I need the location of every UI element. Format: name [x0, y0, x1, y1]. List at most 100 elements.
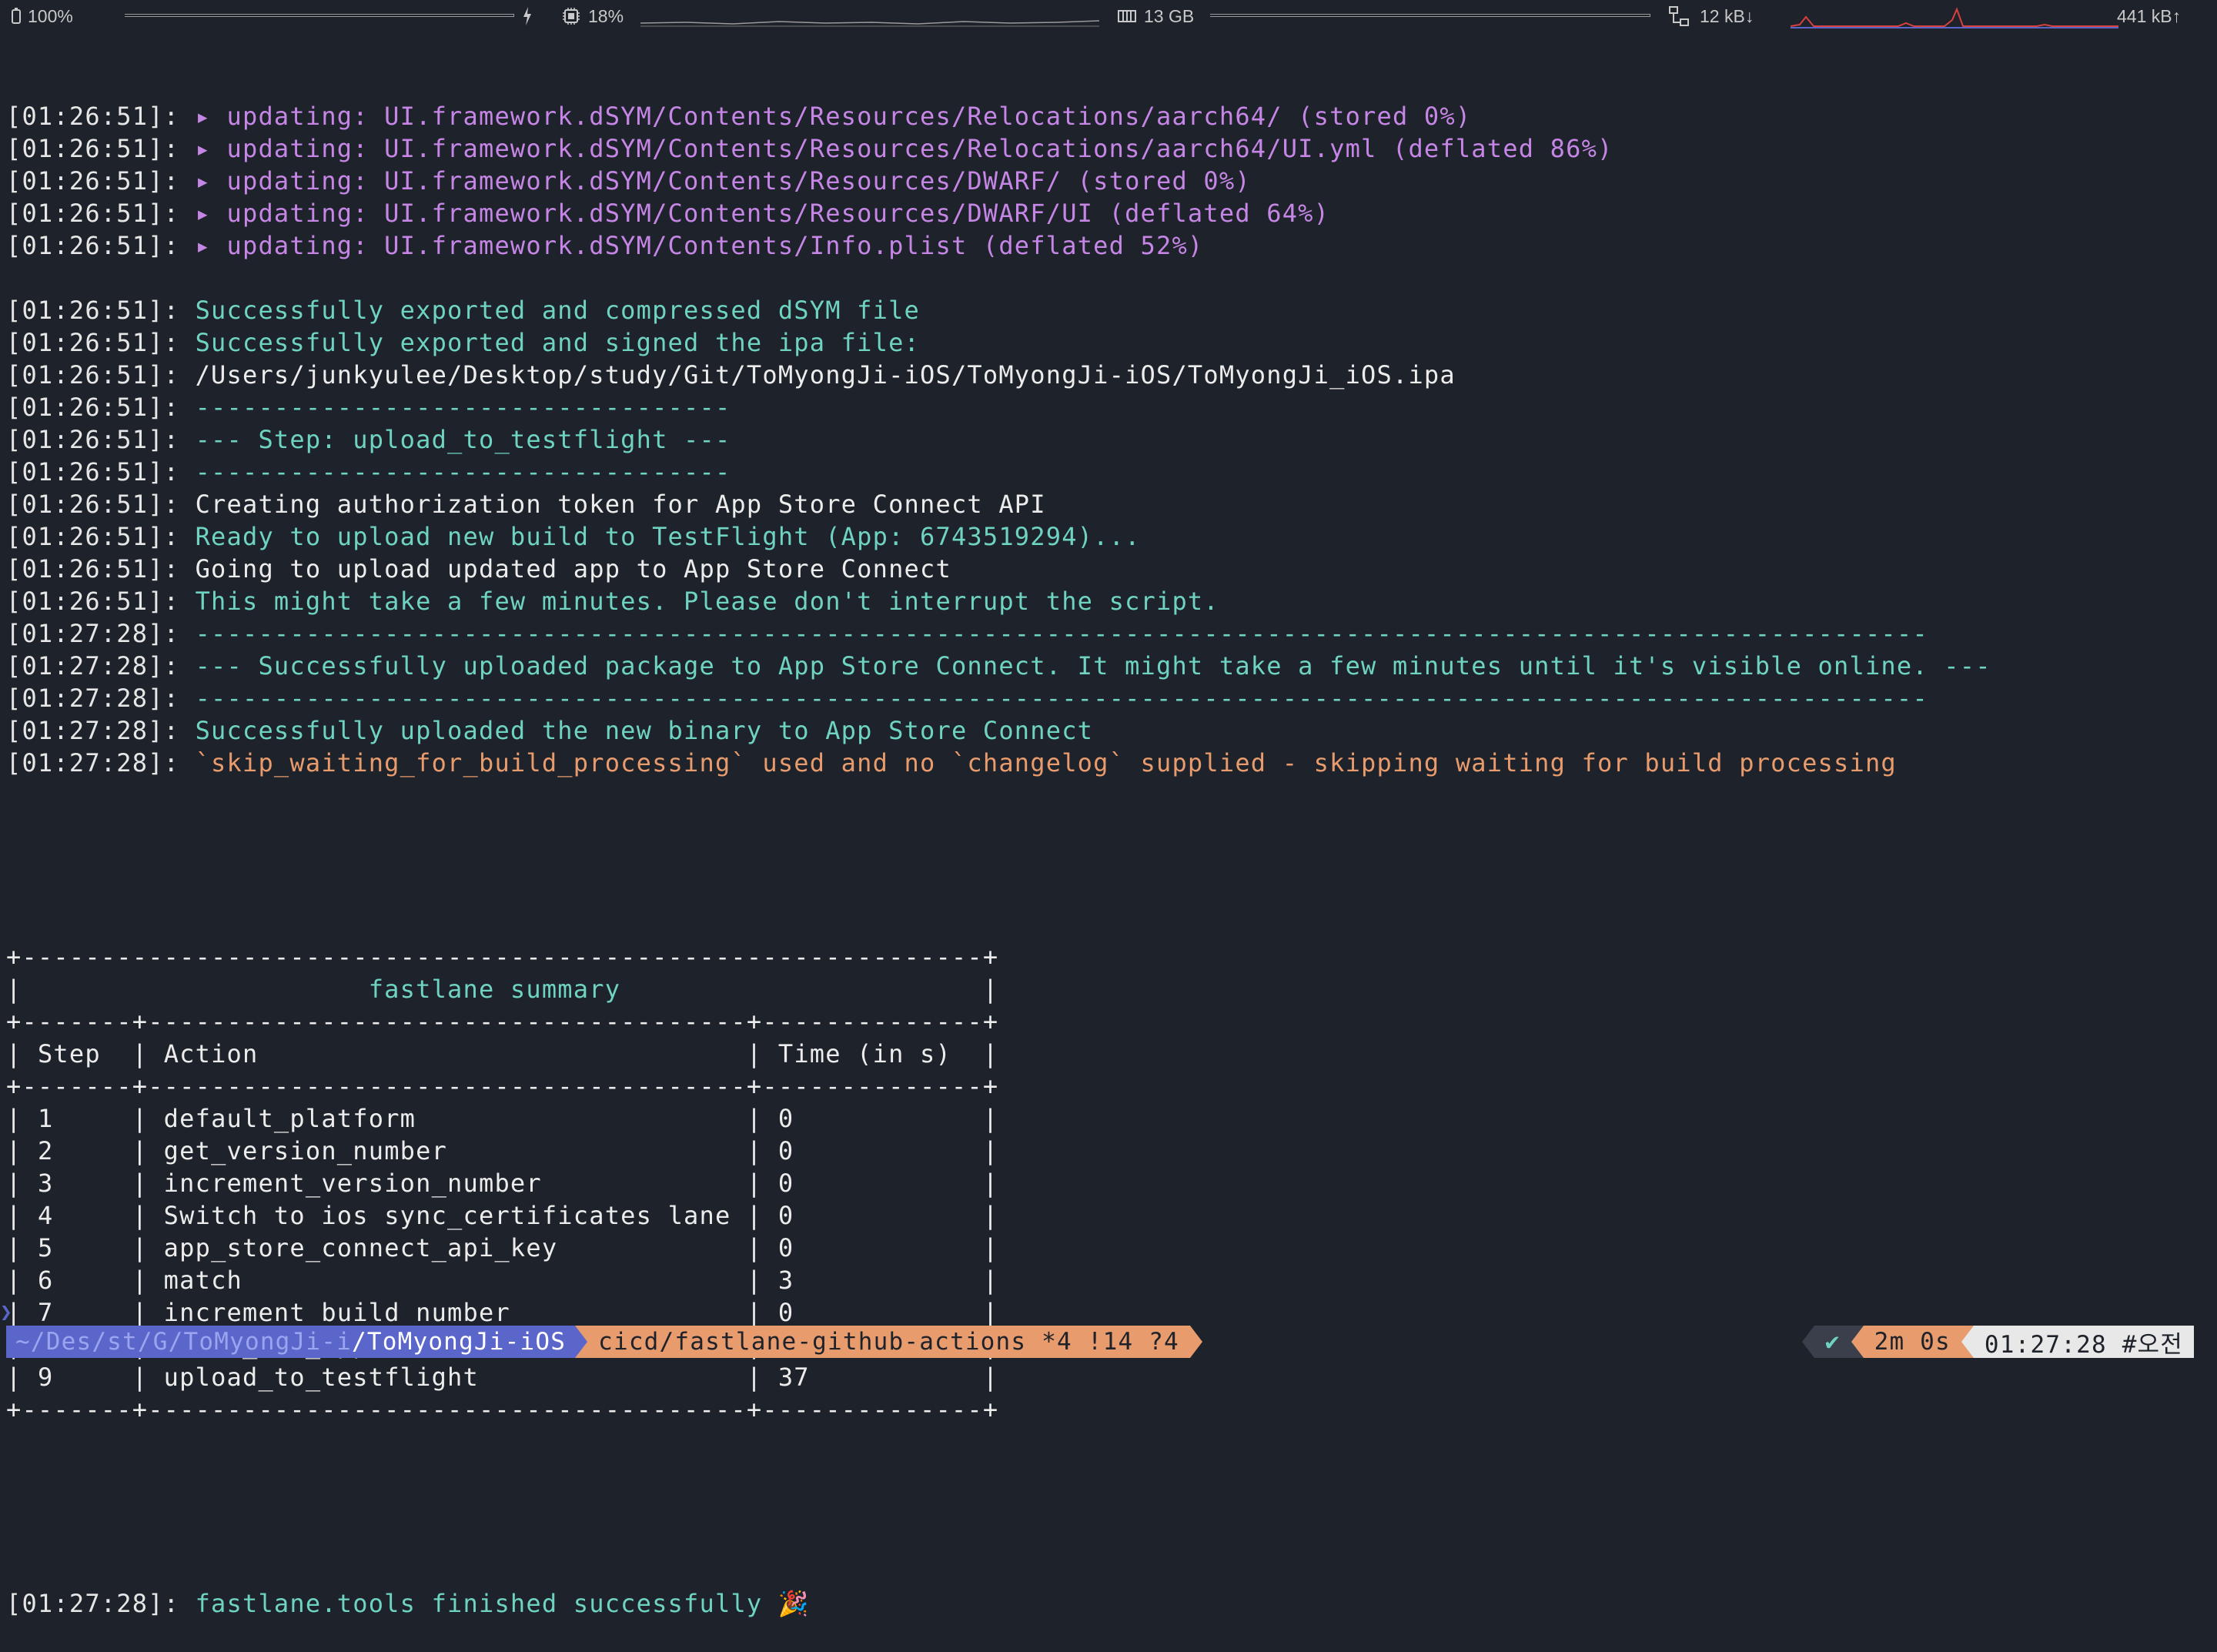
timestamp: [01:27:28]: — [6, 684, 180, 713]
log-line: [01:26:51]: Creating authorization token… — [6, 488, 2208, 520]
log-message: --- Successfully uploaded package to App… — [195, 651, 1991, 681]
timestamp: [01:27:28]: — [6, 748, 180, 778]
prompt-clock: 01:27:28 #오전 — [1973, 1326, 2194, 1359]
table-cell: match — [163, 1266, 242, 1295]
log-line: [01:26:51]: Successfully exported and co… — [6, 294, 2208, 326]
timestamp: [01:26:51]: — [6, 360, 180, 390]
log-message: Creating authorization token for App Sto… — [195, 490, 1046, 519]
table-title-row: | fastlane summary | — [6, 975, 999, 1004]
prompt-separator-icon — [575, 1326, 588, 1358]
table-cell: 0 — [777, 1233, 794, 1262]
log-line: [01:26:51]: ▸ updating: UI.framework.dSY… — [6, 132, 2208, 165]
timestamp: [01:26:51]: — [6, 296, 180, 325]
network-up-rate: 441 kB↑ — [2117, 5, 2182, 26]
timestamp: [01:27:28]: — [6, 716, 180, 745]
timestamp: [01:26:51]: — [6, 134, 180, 163]
memory-used: 13 GB — [1144, 5, 1195, 26]
log-line: [01:26:51]: ----------------------------… — [6, 391, 2208, 423]
shell-prompt[interactable]: ~/Des/st/G/ToMyongJi-i/ToMyongJi-iOS cic… — [6, 1326, 1202, 1358]
log-message: ▸ updating: UI.framework.dSYM/Contents/I… — [195, 231, 1204, 260]
memory-icon — [1118, 10, 1136, 22]
table-cell: 1 — [37, 1104, 54, 1133]
table-border: +-------+-------------------------------… — [6, 1395, 999, 1424]
table-cell: increment_build_number — [163, 1298, 510, 1327]
prompt-path-parent: ~/Des/st/G/ToMyongJi-i — [15, 1328, 352, 1356]
prompt-separator-icon — [1851, 1326, 1864, 1358]
table-cell: 3 — [37, 1169, 54, 1198]
log-line: [01:27:28]: `skip_waiting_for_build_proc… — [6, 747, 2208, 779]
cpu-graph — [640, 0, 1099, 32]
network-icon — [1669, 6, 1689, 26]
log-message: ----------------------------------------… — [195, 684, 1928, 713]
table-row: | 1 | default_platform | 0 | — [6, 1104, 999, 1133]
table-border: +-------+-------------------------------… — [6, 1072, 999, 1101]
log-message: ▸ updating: UI.framework.dSYM/Contents/R… — [195, 134, 1613, 163]
table-row: | 5 | app_store_connect_api_key | 0 | — [6, 1233, 999, 1262]
log-message: ▸ updating: UI.framework.dSYM/Contents/R… — [195, 102, 1472, 131]
log-message: Successfully exported and signed the ipa… — [195, 328, 921, 357]
battery-percent: 100% — [28, 5, 73, 26]
battery-graph — [125, 14, 514, 17]
prompt-separator-icon — [1961, 1326, 1974, 1358]
table-cell: 4 — [37, 1201, 54, 1230]
log-message: Going to upload updated app to App Store… — [195, 554, 951, 584]
table-cell: 0 — [777, 1104, 794, 1133]
table-cell: upload_to_testflight — [163, 1363, 479, 1392]
log-message: /Users/junkyulee/Desktop/study/Git/ToMyo… — [195, 360, 1456, 390]
table-cell: increment_version_number — [163, 1169, 542, 1198]
finish-message: fastlane.tools finished successfully — [195, 1589, 763, 1618]
timestamp: [01:26:51]: — [6, 199, 180, 228]
network-down-rate: 12 kB↓ — [1700, 5, 1754, 26]
log-message: Ready to upload new build to TestFlight … — [195, 522, 1141, 551]
prompt-separator-icon — [1801, 1326, 1814, 1358]
log-message: ▸ updating: UI.framework.dSYM/Contents/R… — [195, 199, 1330, 228]
git-branch-status: cicd/fastlane-github-actions *4 !14 ?4 — [587, 1326, 1190, 1358]
table-title: fastlane summary — [368, 975, 621, 1004]
log-line: [01:27:28]: ----------------------------… — [6, 682, 2208, 714]
table-cell: default_platform — [163, 1104, 416, 1133]
success-check-icon: ✔ — [1814, 1326, 1851, 1358]
table-cell: 6 — [37, 1266, 54, 1295]
table-cell: Time (in s) — [777, 1039, 951, 1068]
network-graph — [1791, 0, 2118, 32]
table-cell: 7 — [37, 1298, 54, 1327]
table-border: +-------+-------------------------------… — [6, 1007, 999, 1036]
log-message: ---------------------------------- — [195, 457, 731, 487]
log-message: This might take a few minutes. Please do… — [195, 587, 1219, 616]
cpu-icon — [563, 8, 580, 25]
table-cell: 0 — [777, 1136, 794, 1165]
log-lines: [01:26:51]: ▸ updating: UI.framework.dSY… — [6, 100, 2208, 779]
timestamp: [01:26:51]: — [6, 393, 180, 422]
battery-widget: 100% — [11, 0, 73, 32]
table-cell: 0 — [777, 1201, 794, 1230]
right-prompt: ✔ 2m 0s 01:27:28 #오전 — [1801, 1326, 2194, 1359]
table-cell: Action — [163, 1039, 259, 1068]
log-line: [01:26:51]: Successfully exported and si… — [6, 326, 2208, 359]
timestamp: [01:26:51]: — [6, 522, 180, 551]
table-cell: 3 — [777, 1266, 794, 1295]
network-widget: 12 kB↓ — [1669, 0, 1754, 32]
log-message: Successfully uploaded the new binary to … — [195, 716, 1094, 745]
menu-bar-status: 100% 18% 13 GB 12 kB↓ 441 kB↑ — [0, 0, 2217, 32]
timestamp: [01:27:28]: — [6, 1589, 180, 1618]
table-cell: 0 — [777, 1298, 794, 1327]
timestamp: [01:26:51]: — [6, 231, 180, 260]
prompt-separator-icon — [1189, 1326, 1202, 1358]
table-header-row: | Step | Action | Time (in s) | — [6, 1039, 999, 1068]
prompt-path: ~/Des/st/G/ToMyongJi-i/ToMyongJi-iOS — [6, 1326, 576, 1358]
table-cell: Switch to ios sync_certificates lane — [163, 1201, 731, 1230]
battery-icon — [12, 8, 21, 24]
table-row: | 2 | get_version_number | 0 | — [6, 1136, 999, 1165]
table-row: | 3 | increment_version_number | 0 | — [6, 1169, 999, 1198]
log-line: [01:27:28]: Successfully uploaded the ne… — [6, 714, 2208, 747]
log-message: ----------------------------------------… — [195, 619, 1928, 648]
timestamp: [01:26:51]: — [6, 328, 180, 357]
cpu-widget: 18% — [562, 0, 624, 32]
log-line: [01:26:51]: ▸ updating: UI.framework.dSY… — [6, 197, 2208, 229]
prompt-path-current: /ToMyongJi-iOS — [352, 1328, 567, 1356]
log-message: `skip_waiting_for_build_processing` used… — [195, 748, 1897, 778]
timestamp: [01:26:51]: — [6, 490, 180, 519]
command-duration: 2m 0s — [1863, 1326, 1961, 1358]
memory-widget: 13 GB — [1118, 0, 1194, 32]
